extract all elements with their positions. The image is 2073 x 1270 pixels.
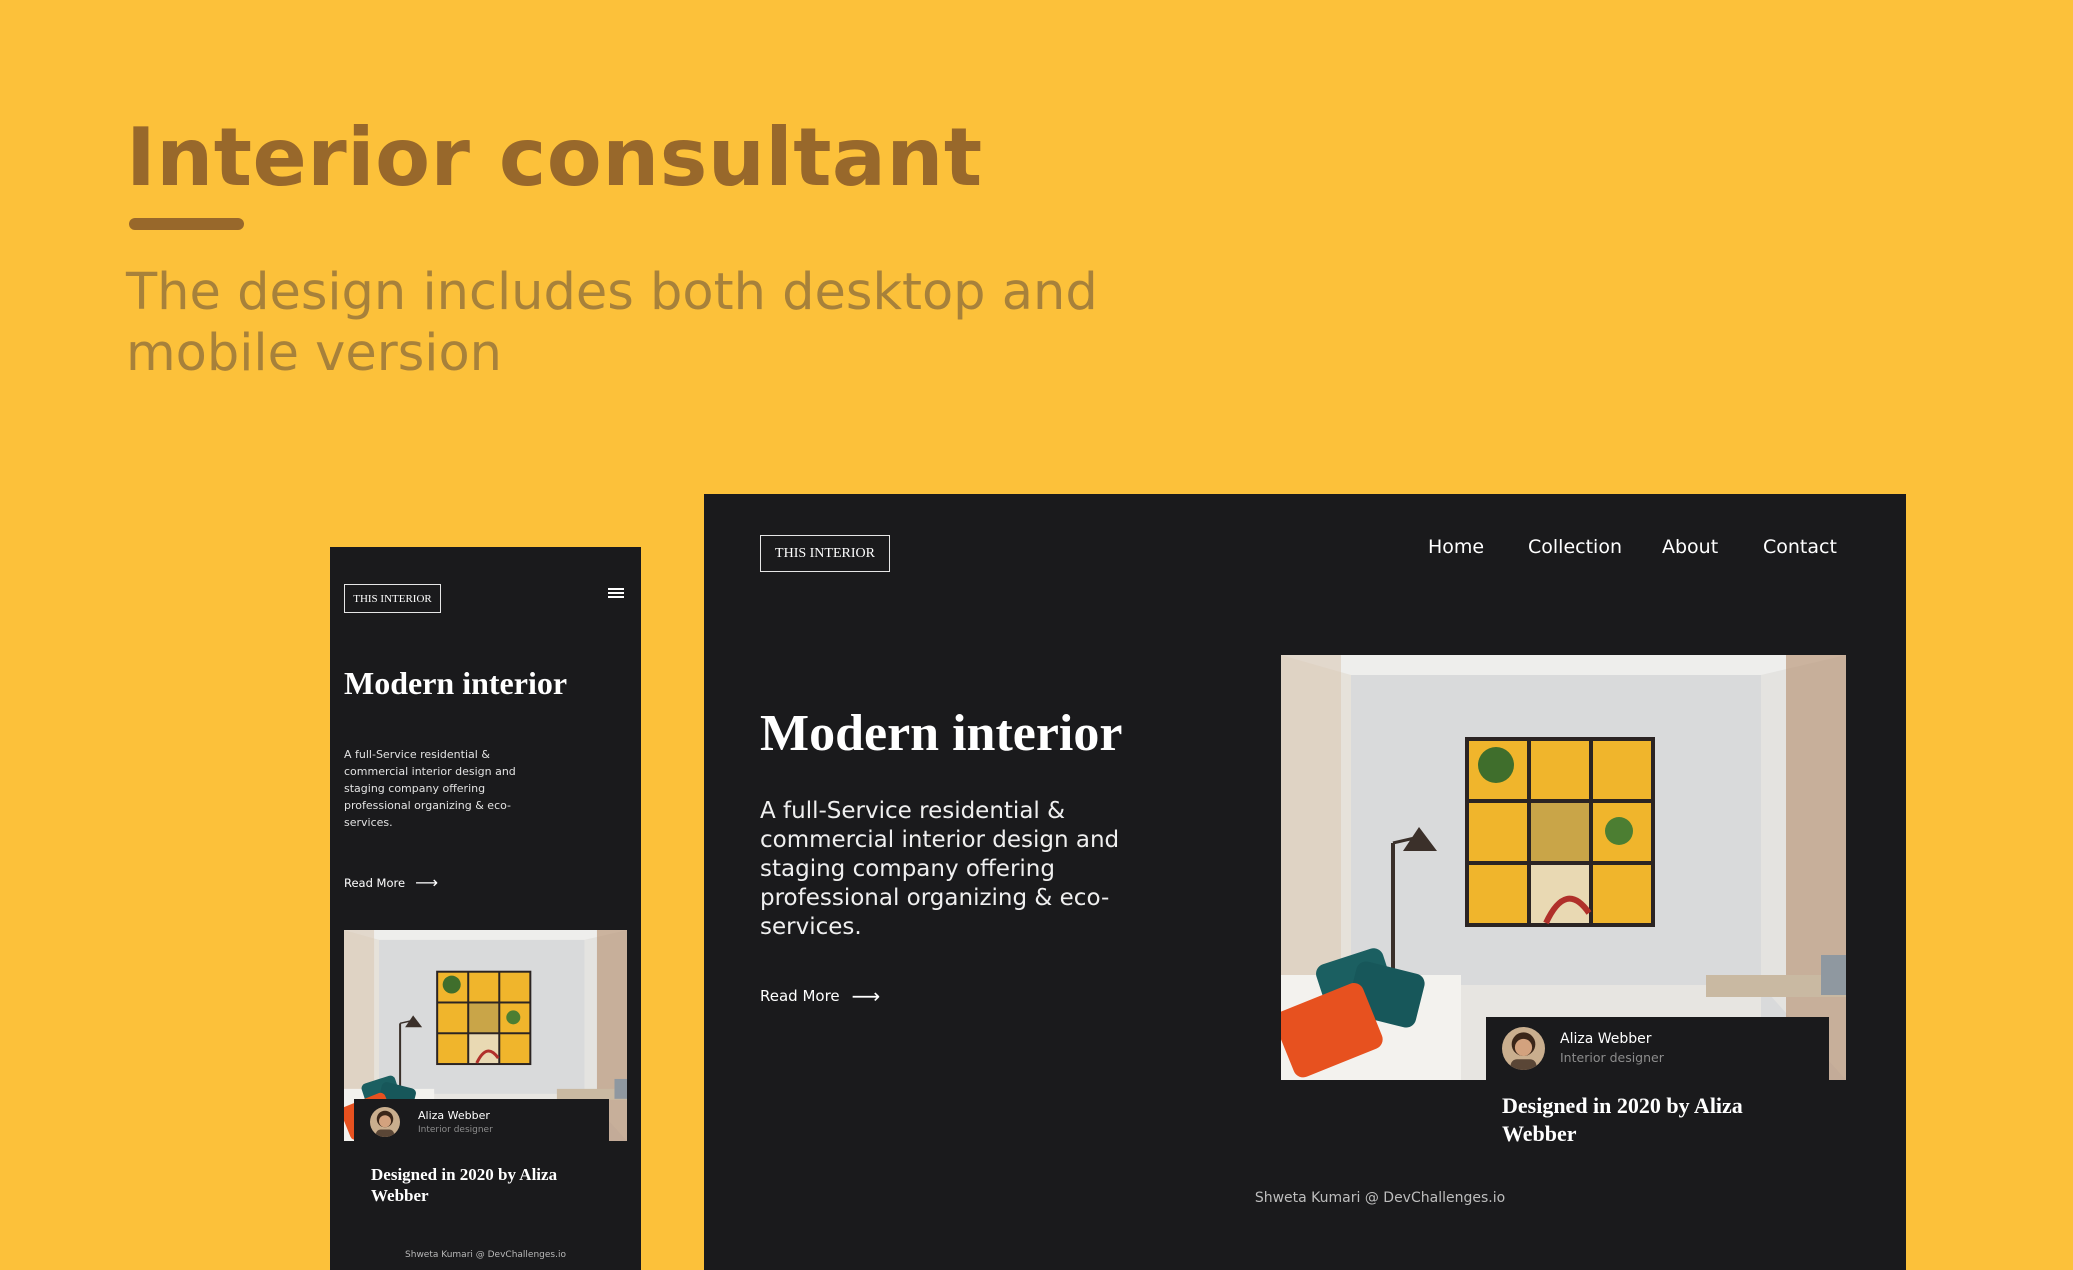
page-subtitle: The design includes both desktop and mob… [126, 263, 1098, 383]
mobile-read-more-link[interactable]: Read More ⟶ [344, 873, 438, 892]
designer-name: Aliza Webber [418, 1109, 490, 1122]
designer-role: Interior designer [1560, 1050, 1664, 1065]
read-more-label: Read More [344, 875, 406, 890]
mobile-hero-heading: Modern interior [344, 665, 568, 701]
page-title: Interior consultant [126, 111, 983, 204]
designer-name: Aliza Webber [1560, 1031, 1652, 1047]
nav-about[interactable]: About [1662, 536, 1718, 558]
hamburger-menu-icon[interactable] [608, 587, 624, 600]
mobile-logo[interactable]: THIS INTERIOR [344, 584, 441, 613]
mobile-footer-credit: Shweta Kumari @ DevChallenges.io [405, 1250, 566, 1260]
desktop-hero-heading: Modern interior [760, 705, 1123, 762]
mobile-preview: THIS INTERIOR Modern interior A full-Ser… [330, 547, 641, 1270]
avatar [1502, 1027, 1545, 1070]
nav-collection[interactable]: Collection [1528, 536, 1622, 558]
designer-role: Interior designer [418, 1125, 493, 1135]
arrow-right-icon: ⟶ [415, 873, 438, 892]
read-more-label: Read More [760, 987, 840, 1005]
desktop-preview: THIS INTERIOR Home Collection About Cont… [704, 494, 1906, 1270]
desktop-read-more-link[interactable]: Read More ⟶ [760, 984, 880, 1008]
nav-contact[interactable]: Contact [1763, 536, 1837, 558]
mobile-designer-card: Aliza Webber Interior designer [354, 1099, 609, 1145]
desktop-footer-credit: Shweta Kumari @ DevChallenges.io [1254, 1190, 1506, 1206]
desktop-designer-card: Aliza Webber Interior designer [1486, 1017, 1829, 1081]
avatar [370, 1107, 400, 1137]
nav-home[interactable]: Home [1428, 536, 1484, 558]
title-underline [129, 218, 244, 230]
mobile-hero-description: A full-Service residential & commercial … [344, 748, 516, 829]
desktop-nav: Home Collection About Contact [704, 536, 1906, 566]
desktop-designed-by: Designed in 2020 by Aliza Webber [1502, 1093, 1743, 1146]
arrow-right-icon: ⟶ [851, 984, 881, 1008]
mobile-designed-by: Designed in 2020 by Aliza Webber [371, 1165, 558, 1205]
desktop-hero-description: A full-Service residential & commercial … [760, 798, 1120, 940]
